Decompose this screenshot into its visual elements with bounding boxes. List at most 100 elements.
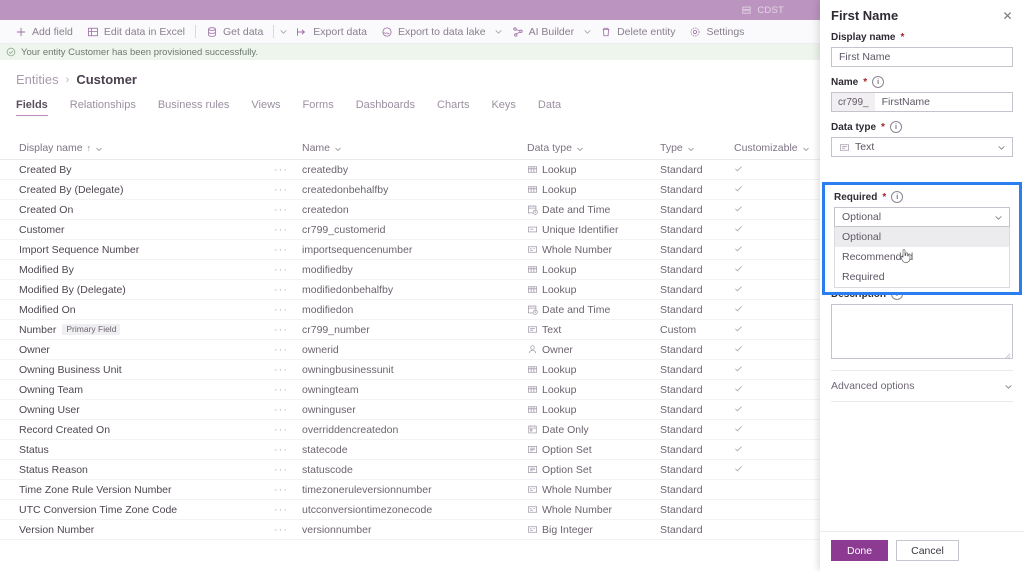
column-header-type[interactable]: Type [660,142,734,154]
table-row[interactable]: Modified On ··· modifiedon Date and Time Sta… [0,300,824,320]
chevron-down-icon [802,144,810,152]
column-header-name[interactable]: Name [302,142,527,154]
row-more-actions-button[interactable]: ··· [274,464,302,476]
row-more-actions-button[interactable]: ··· [274,164,302,176]
table-row[interactable]: Modified By (Delegate) ··· modifiedonbehal… [0,280,824,300]
get-data-chevron-down-icon[interactable] [277,20,289,44]
breadcrumb-entities-link[interactable]: Entities [16,72,59,87]
export-data-button[interactable]: Export data [289,20,374,44]
table-row[interactable]: Created By (Delegate) ··· createdonbehalfb… [0,180,824,200]
tab-forms[interactable]: Forms [303,99,347,116]
required-dropdown[interactable]: Optional [834,207,1010,227]
table-row[interactable]: UTC Conversion Time Zone Code ··· utcconve… [0,500,824,520]
schema-name-input[interactable]: cr799_ FirstName [831,92,1013,112]
table-row[interactable]: Record Created On ··· overriddencreatedon D… [0,420,824,440]
add-field-button[interactable]: Add field [8,20,80,44]
column-header-customizable[interactable]: Customizable [734,142,814,154]
data-type-text: Lookup [542,183,577,196]
info-icon[interactable]: i [872,76,885,88]
table-row[interactable]: Status Reason ··· statuscode Option Set Stan… [0,460,824,480]
required-option-recommended-label: Recommended [842,251,914,263]
cell-schema-name: owningbusinessunit [302,363,394,376]
row-more-actions-button[interactable]: ··· [274,344,302,356]
row-more-actions-button[interactable]: ··· [274,304,302,316]
display-name-input[interactable]: First Name [831,47,1013,67]
table-row[interactable]: Time Zone Rule Version Number ··· timezone… [0,480,824,500]
table-row[interactable]: Owner ··· ownerid Owner Standard [0,340,824,360]
tab-business-rules[interactable]: Business rules [158,99,243,116]
data-type-text: Owner [542,343,573,356]
row-more-actions-button[interactable]: ··· [274,264,302,276]
table-row[interactable]: Customer ··· cr799_customerid Unique Identi… [0,220,824,240]
advanced-options-toggle[interactable]: Advanced options [831,371,1013,401]
row-more-actions-button[interactable]: ··· [274,204,302,216]
required-option-required[interactable]: Required [835,267,1009,287]
required-option-optional-label: Optional [842,231,882,243]
cell-data-type: Whole Number [527,504,660,516]
tab-dashboards[interactable]: Dashboards [356,99,428,116]
required-label: Required [834,191,878,203]
data-type-dropdown[interactable]: Text [831,137,1013,157]
cell-display-name: Created On [19,204,274,216]
table-row[interactable]: Created By ··· createdby Lookup Standard [0,160,824,180]
table-row[interactable]: Owning User ··· owninguser Lookup Standard [0,400,824,420]
edit-data-in-excel-button[interactable]: Edit data in Excel [80,20,192,44]
table-row[interactable]: Created On ··· createdon Date and Time Stand… [0,200,824,220]
row-more-actions-button[interactable]: ··· [274,484,302,496]
required-option-recommended[interactable]: Recommended [835,247,1009,267]
tab-views[interactable]: Views [251,99,293,116]
table-row[interactable]: Number Primary Field ··· cr799_number Text Cu… [0,320,824,340]
row-more-actions-button[interactable]: ··· [274,324,302,336]
export-to-data-lake-button[interactable]: Export to data lake [374,20,493,44]
tab-data[interactable]: Data [538,99,574,116]
row-more-actions-button[interactable]: ··· [274,424,302,436]
tab-fields[interactable]: Fields [16,99,61,116]
table-row[interactable]: Version Number ··· versionnumber Big Intege… [0,520,824,540]
tab-relationships[interactable]: Relationships [70,99,149,116]
row-more-actions-button[interactable]: ··· [274,224,302,236]
data-type-text: Whole Number [542,483,613,496]
row-more-actions-button[interactable]: ··· [274,404,302,416]
table-row[interactable]: Status ··· statecode Option Set Standard [0,440,824,460]
row-more-actions-button[interactable]: ··· [274,284,302,296]
cell-type: Standard [660,403,703,416]
info-icon[interactable]: i [891,191,904,203]
settings-button[interactable]: Settings [682,20,751,44]
required-asterisk: * [900,32,905,43]
row-more-actions-button[interactable]: ··· [274,444,302,456]
description-textarea[interactable] [831,304,1013,359]
tab-business-rules-label: Business rules [157,99,230,111]
table-row[interactable]: Owning Team ··· owningteam Lookup Standard [0,380,824,400]
tab-charts[interactable]: Charts [437,99,482,116]
close-icon[interactable]: ✕ [999,7,1016,24]
tab-charts-label: Charts [437,99,470,111]
delete-entity-button[interactable]: Delete entity [593,20,682,44]
row-more-actions-button[interactable]: ··· [274,504,302,516]
info-icon[interactable]: i [889,121,902,133]
column-header-data-type[interactable]: Data type [527,142,660,154]
column-header-display-name[interactable]: Display name ↑ [19,142,274,154]
number-icon [527,504,538,515]
table-row[interactable]: Owning Business Unit ··· owningbusinessuni… [0,360,824,380]
ai-builder-button[interactable]: AI Builder [505,20,582,44]
export-data-lake-chevron-down-icon[interactable] [493,20,505,44]
check-icon [734,224,743,233]
row-more-actions-button[interactable]: ··· [274,384,302,396]
row-more-actions-button[interactable]: ··· [274,184,302,196]
panel-footer: Done Cancel [820,531,1024,571]
get-data-button[interactable]: Get data [199,20,270,44]
resize-grip-icon[interactable] [1004,350,1011,359]
tab-keys[interactable]: Keys [491,99,528,116]
done-button[interactable]: Done [831,540,889,561]
row-more-actions-button[interactable]: ··· [274,364,302,376]
cell-display-name: Time Zone Rule Version Number [19,484,274,496]
cancel-button[interactable]: Cancel [896,540,959,561]
table-row[interactable]: Modified By ··· modifiedby Lookup Standard [0,260,824,280]
required-option-optional[interactable]: Optional [835,227,1009,247]
row-more-actions-button[interactable]: ··· [274,524,302,536]
ai-builder-chevron-down-icon[interactable] [581,20,593,44]
lookup-icon [527,164,538,175]
table-row[interactable]: Import Sequence Number ··· importsequencen… [0,240,824,260]
chevron-down-icon [994,213,1003,222]
row-more-actions-button[interactable]: ··· [274,244,302,256]
